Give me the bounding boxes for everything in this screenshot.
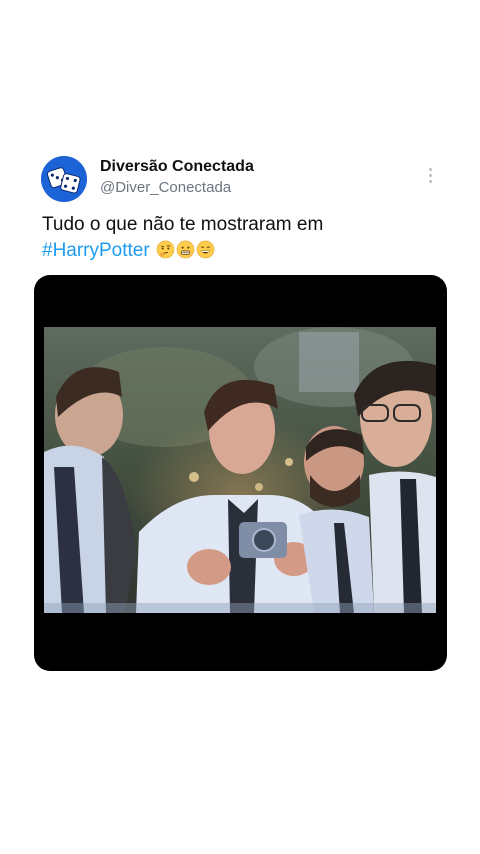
author-display-name[interactable]: Diversão Conectada xyxy=(100,158,254,176)
tweet-video[interactable] xyxy=(34,275,447,671)
grinning-face-icon xyxy=(196,240,215,259)
dice-icon xyxy=(41,156,87,202)
hashtag-link[interactable]: #HarryPotter xyxy=(42,240,150,261)
grimacing-face-icon xyxy=(176,240,195,259)
video-frame xyxy=(44,327,436,613)
group-selfie-scene xyxy=(44,327,436,613)
tweet-body-text: Tudo o que não te mostraram em xyxy=(42,214,324,235)
tweet-card[interactable]: Diversão Conectada @Diver_Conectada Tudo… xyxy=(0,0,480,854)
thinking-face-icon xyxy=(156,240,175,259)
tweet-text: Tudo o que não te mostraram em #HarryPot… xyxy=(42,212,452,264)
more-vertical-icon[interactable] xyxy=(420,164,440,186)
author-handle[interactable]: @Diver_Conectada xyxy=(100,179,231,196)
author-avatar[interactable] xyxy=(41,156,87,202)
